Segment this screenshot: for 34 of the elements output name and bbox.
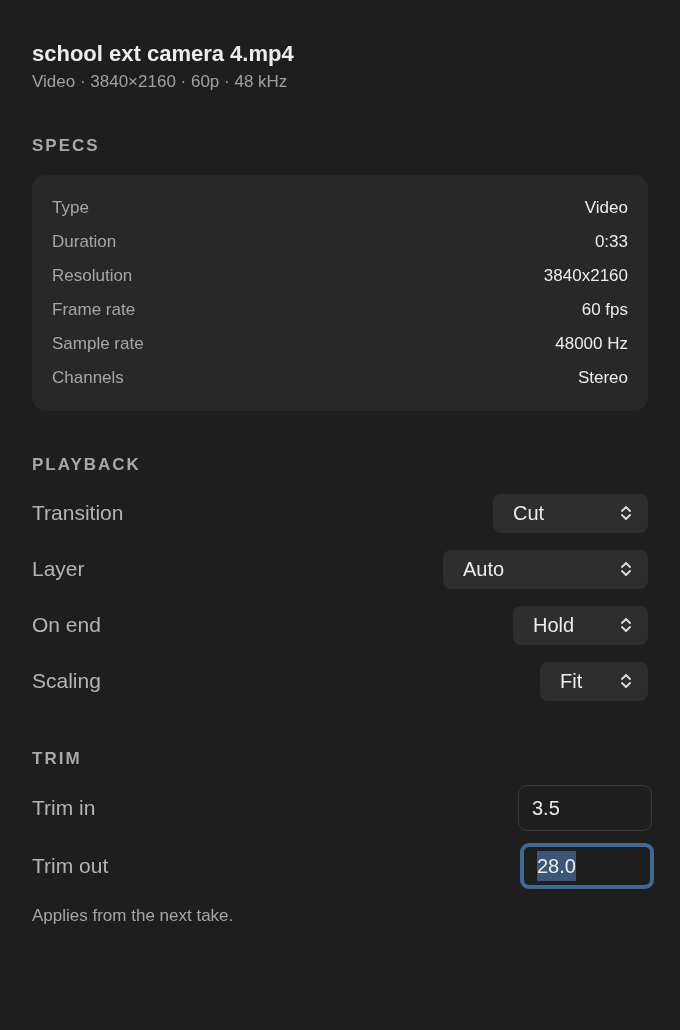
- spec-value: Video: [584, 197, 628, 220]
- spec-value: Stereo: [577, 367, 628, 390]
- select-dropdown[interactable]: Cut: [493, 493, 648, 533]
- select-dropdown[interactable]: Fit: [540, 661, 648, 701]
- spec-value: 3840x2160: [543, 265, 628, 288]
- up-down-chevron-icon: [620, 672, 632, 690]
- number-input-field[interactable]: 28.0: [520, 843, 654, 889]
- file-title: school ext camera 4.mp4: [32, 40, 295, 68]
- file-summary: Video · 3840×2160 · 60p · 48 kHz: [32, 71, 289, 93]
- setting-label: Layer: [32, 556, 85, 583]
- spec-value: 0:33: [594, 231, 628, 254]
- spec-label: Type: [52, 197, 89, 220]
- section-heading: PLAYBACK: [32, 455, 142, 475]
- select-dropdown[interactable]: Hold: [513, 605, 648, 645]
- spec-label: Frame rate: [52, 299, 136, 322]
- select-dropdown[interactable]: Auto: [443, 549, 648, 589]
- setting-label: Scaling: [32, 668, 101, 695]
- number-input-field[interactable]: 3.5: [518, 785, 652, 831]
- up-down-chevron-icon: [620, 504, 632, 522]
- spec-label: Resolution: [52, 265, 133, 288]
- spec-label: Channels: [52, 367, 124, 390]
- setting-label: On end: [32, 612, 101, 639]
- setting-label: Trim in: [32, 795, 96, 822]
- spec-value: 60 fps: [581, 299, 628, 322]
- trim-note: Applies from the next take.: [32, 905, 235, 927]
- spec-label: Sample rate: [52, 333, 144, 356]
- section-heading: SPECS: [32, 136, 101, 156]
- up-down-chevron-icon: [620, 560, 632, 578]
- up-down-chevron-icon: [620, 616, 632, 634]
- setting-label: Trim out: [32, 853, 109, 880]
- section-heading: TRIM: [32, 749, 83, 769]
- spec-label: Duration: [52, 231, 117, 254]
- spec-value: 48000 Hz: [555, 333, 628, 356]
- setting-label: Transition: [32, 500, 124, 527]
